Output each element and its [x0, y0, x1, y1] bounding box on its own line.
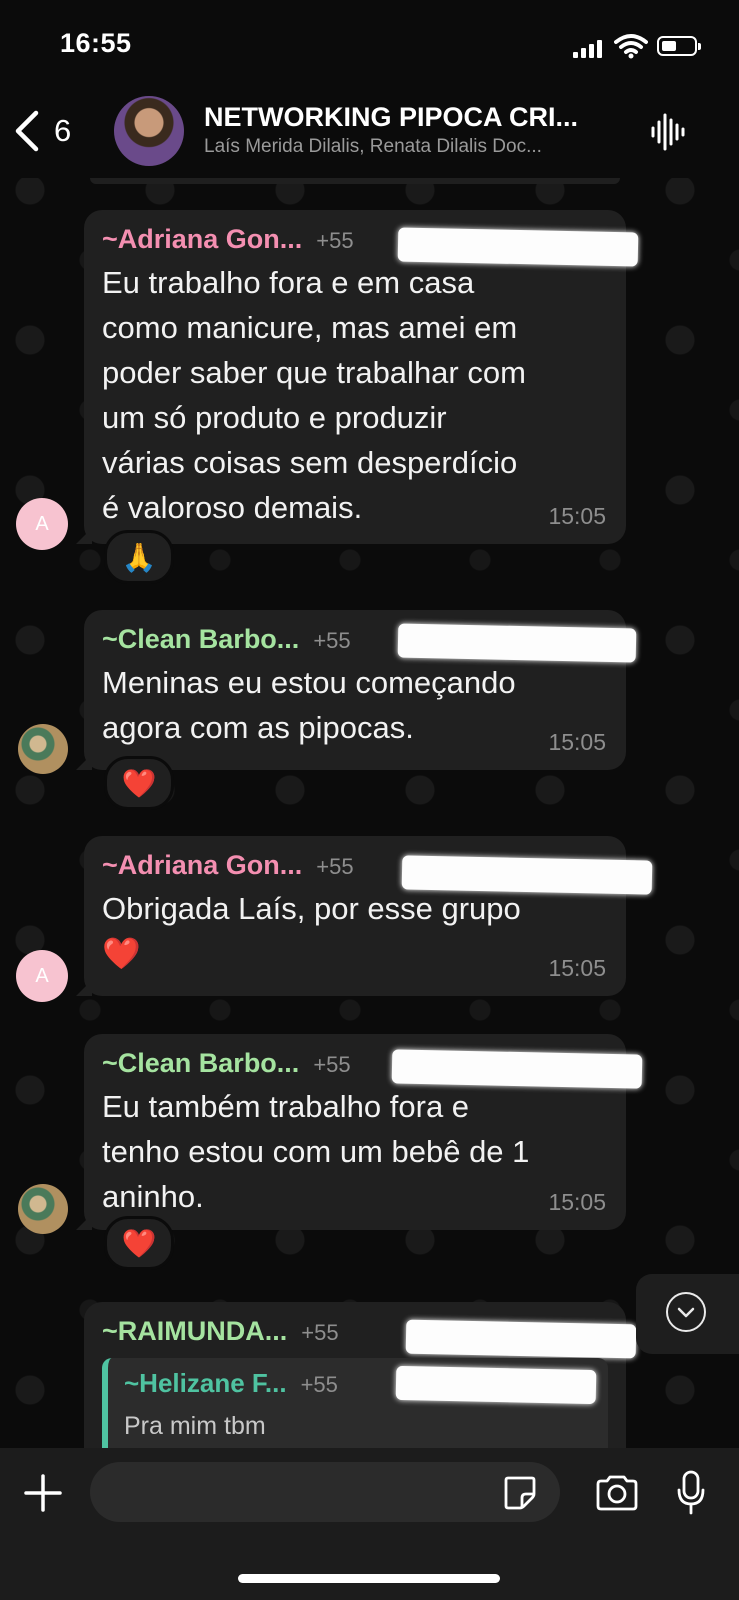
camera-icon[interactable] [594, 1474, 640, 1512]
sender-name[interactable]: ~Adriana Gon... [102, 850, 302, 881]
message-bubble[interactable]: ~Clean Barbo... +55 Meninas eu estou com… [76, 610, 637, 770]
microphone-icon[interactable] [676, 1470, 706, 1516]
message-time: 15:05 [548, 955, 606, 981]
quoted-sender-phone: +55 [300, 1372, 338, 1397]
plus-icon[interactable] [22, 1472, 64, 1514]
redaction-mark [397, 623, 637, 663]
avatar[interactable] [18, 1184, 68, 1234]
wifi-icon [614, 34, 648, 59]
quoted-message[interactable]: ~Helizane F... +55 Pra mim tbm [102, 1358, 608, 1448]
battery-icon [657, 36, 701, 56]
message-time: 15:05 [548, 729, 606, 755]
sender-name[interactable]: ~RAIMUNDA... [102, 1316, 287, 1347]
group-members[interactable]: Laís Merida Dilalis, Renata Dilalis Doc.… [204, 136, 542, 158]
redaction-mark [395, 1365, 597, 1405]
avatar[interactable] [18, 724, 68, 774]
message-text: Eu também trabalho fora e tenho estou co… [102, 1089, 530, 1214]
redaction-mark [405, 1319, 637, 1359]
message-list[interactable]: ~Adriana Gon... +55 Eu trabalho fora e e… [0, 178, 739, 1448]
message-bubble[interactable]: ~Clean Barbo... +55 Eu também trabalho f… [76, 1034, 643, 1230]
composer-bar [0, 1448, 739, 1600]
status-time: 16:55 [60, 28, 132, 58]
sticker-icon[interactable] [502, 1474, 538, 1510]
message-bubble[interactable]: ~RAIMUNDA... +55 ~Helizane F... +55 Pra … [84, 1302, 637, 1448]
sender-phone: +55 [313, 1052, 351, 1077]
chat-header: 6 NETWORKING PIPOCA CRI... Laís Merida D… [0, 92, 739, 178]
redaction-mark [391, 1049, 643, 1089]
status-bar: 16:55 [0, 0, 739, 92]
back-count: 6 [54, 113, 72, 148]
message-bubble[interactable]: ~Adriana Gon... +55 Obrigada Laís, por e… [76, 836, 653, 996]
back-button[interactable]: 6 [14, 106, 71, 156]
redaction-mark [397, 227, 639, 267]
quoted-text: Pra mim tbm [124, 1412, 266, 1440]
sender-phone: +55 [313, 628, 351, 653]
sender-name[interactable]: ~Adriana Gon... [102, 224, 302, 255]
group-title[interactable]: NETWORKING PIPOCA CRI... [204, 102, 578, 133]
scroll-to-bottom-button[interactable] [636, 1274, 739, 1354]
message-bubble[interactable]: ~Adriana Gon... +55 Eu trabalho fora e e… [76, 210, 639, 544]
message-text: Obrigada Laís, por esse grupo ❤️ [102, 891, 521, 971]
avatar[interactable]: A [16, 498, 68, 550]
reaction-badge[interactable]: ❤️ [104, 756, 174, 810]
sender-name[interactable]: ~Clean Barbo... [102, 624, 299, 655]
message-text: Eu trabalho fora e em casa como manicure… [102, 265, 526, 525]
avatar[interactable]: A [16, 950, 68, 1002]
previous-bubble-edge [90, 178, 620, 184]
group-avatar[interactable] [114, 96, 184, 166]
message-time: 15:05 [548, 503, 606, 529]
quoted-sender-name: ~Helizane F... [124, 1368, 287, 1398]
chevron-left-icon [15, 110, 39, 152]
sender-name[interactable]: ~Clean Barbo... [102, 1048, 299, 1079]
sender-phone: +55 [301, 1320, 339, 1345]
redaction-mark [401, 855, 653, 895]
waveform-icon[interactable] [650, 112, 686, 152]
message-text: Meninas eu estou começando agora com as … [102, 665, 516, 745]
sender-phone: +55 [316, 854, 354, 879]
message-time: 15:05 [548, 1189, 606, 1215]
message-input[interactable] [90, 1462, 560, 1522]
home-indicator [238, 1574, 500, 1583]
reaction-badge[interactable]: 🙏 [104, 530, 174, 584]
chevron-down-icon [666, 1292, 706, 1332]
sender-phone: +55 [316, 228, 354, 253]
reaction-badge[interactable]: ❤️ [104, 1216, 174, 1270]
signal-icon [573, 38, 603, 58]
